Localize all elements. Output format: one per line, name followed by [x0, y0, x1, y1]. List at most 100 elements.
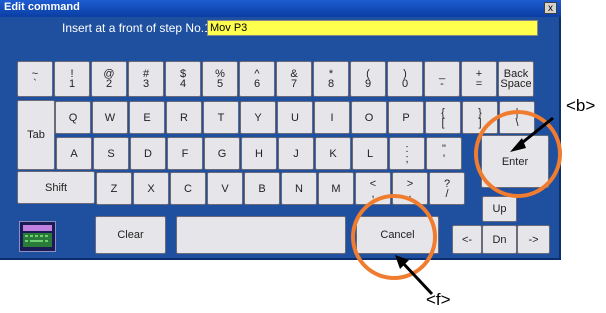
key-bottom-label: 0 [401, 78, 409, 90]
key-r2-6[interactable]: U [277, 101, 313, 134]
key-bottom-label: 1 [68, 78, 76, 90]
key-r2-7[interactable]: I [314, 101, 350, 134]
key-top-label: " [442, 142, 446, 155]
key-r3-10[interactable]: " ' [426, 137, 462, 170]
key-r3-5[interactable]: H [241, 137, 277, 170]
key-r2-5[interactable]: Y [240, 101, 276, 134]
key-r4-1[interactable]: X [133, 172, 169, 205]
key-r3-8[interactable]: L [352, 137, 388, 170]
tab-key[interactable]: Tab [17, 100, 55, 170]
key-r4-2[interactable]: C [170, 172, 206, 205]
up-key[interactable]: Up [482, 196, 517, 222]
key-top-label: Q [68, 111, 78, 124]
key-top-label: E [143, 111, 151, 124]
key-r1-6[interactable]: ^ 6 [239, 61, 275, 97]
key-r3-3[interactable]: F [167, 137, 203, 170]
key-top-label: B [258, 182, 266, 195]
tab-key-label: Tab [27, 129, 45, 141]
key-r3-0[interactable]: A [56, 137, 92, 170]
key-top-label: P [402, 111, 410, 124]
key-r1-5[interactable]: % 5 [202, 61, 238, 97]
title-bar: Edit command x [0, 0, 561, 17]
key-r3-9[interactable]: :; [389, 137, 425, 170]
key-bottom-label: ` [33, 78, 37, 90]
shift-key[interactable]: Shift [17, 171, 95, 204]
key-top-label: T [217, 111, 225, 124]
key-r1-3[interactable]: #3 [128, 61, 164, 97]
key-r4-6[interactable]: M [318, 172, 354, 205]
key-r1-2[interactable]: @2 [91, 61, 127, 97]
key-r1-11[interactable]: _ - [424, 61, 460, 97]
up-key-label: Up [492, 203, 507, 215]
key-r2-4[interactable]: T [203, 101, 239, 134]
key-bottom-label: 3 [142, 78, 150, 90]
key-top-label: O [364, 111, 374, 124]
right-arrow-key[interactable]: -> [517, 225, 550, 254]
key-r3-7[interactable]: K [315, 137, 351, 170]
key-top-label: U [291, 111, 299, 124]
key-r4-4[interactable]: B [244, 172, 280, 205]
key-top-label: Z [110, 182, 118, 195]
key-bottom-label: 6 [253, 78, 261, 90]
key-top-label: W [104, 111, 116, 124]
clear-button[interactable]: Clear [95, 216, 166, 254]
key-top-label: X [147, 182, 155, 195]
key-r4-0[interactable]: Z [96, 172, 132, 205]
screen-keyboard-icon[interactable] [19, 221, 56, 252]
key-r2-3[interactable]: R [166, 101, 202, 134]
key-r1-1[interactable]: ! 1 [54, 61, 90, 97]
key-top-label: V [221, 182, 229, 195]
key-top-label: C [184, 182, 192, 195]
key-r1-13[interactable]: Back Space [498, 61, 534, 97]
annotation-circle-f [351, 194, 437, 280]
key-r1-8[interactable]: * 8 [313, 61, 349, 97]
key-top-label: I [330, 111, 334, 124]
key-top-label: D [144, 147, 152, 160]
key-top-label: G [217, 147, 227, 160]
key-r1-10[interactable]: ) 0 [387, 61, 423, 97]
down-key-label: Dn [492, 233, 507, 246]
key-top-label: Y [254, 111, 262, 124]
key-bottom-label: , [371, 187, 375, 200]
key-r1-7[interactable]: & 7 [276, 61, 312, 97]
key-top-label: F [181, 147, 189, 160]
key-r4-3[interactable]: V [207, 172, 243, 205]
key-top-label: R [180, 111, 188, 124]
left-arrow-label: <- [461, 233, 473, 246]
key-top-label: < [369, 177, 377, 190]
key-bottom-label: 4 [179, 78, 187, 90]
key-r4-5[interactable]: N [281, 172, 317, 205]
key-top-label: > [406, 177, 414, 190]
key-bottom-label: ] [478, 116, 482, 129]
key-bottom-label: Space [500, 78, 532, 90]
close-button[interactable]: x [544, 2, 557, 14]
key-r1-12[interactable]: + = [461, 61, 497, 97]
space-bar[interactable] [176, 216, 346, 254]
key-r1-9[interactable]: (9 [350, 61, 386, 97]
key-r1-4[interactable]: $4 [165, 61, 201, 97]
key-r2-1[interactable]: W [92, 101, 128, 134]
key-r3-6[interactable]: J [278, 137, 314, 170]
key-bottom-label: 7 [290, 78, 298, 90]
annotation-circle-b [474, 110, 562, 198]
key-bottom-label: - [440, 78, 444, 90]
key-r3-4[interactable]: G [204, 137, 240, 170]
key-bottom-label: 2 [105, 78, 113, 90]
down-key[interactable]: Dn [482, 225, 517, 254]
key-top-label: A [70, 147, 78, 160]
key-r4-9[interactable]: ? / [429, 172, 465, 205]
key-r1-0[interactable]: ~ ` [17, 61, 53, 97]
left-arrow-key[interactable]: <- [452, 225, 482, 254]
key-r2-8[interactable]: O [351, 101, 387, 134]
key-top-label: K [329, 147, 337, 160]
key-top-label: S [107, 147, 115, 160]
key-r2-0[interactable]: Q [55, 101, 91, 134]
key-top-label: { [441, 106, 445, 119]
command-input[interactable]: Mov P3 [207, 20, 538, 36]
key-r2-2[interactable]: E [129, 101, 165, 134]
key-r2-10[interactable]: {[ [425, 101, 461, 134]
key-r3-1[interactable]: S [93, 137, 129, 170]
key-top-label: : [405, 142, 409, 155]
key-r3-2[interactable]: D [130, 137, 166, 170]
key-r2-9[interactable]: P [388, 101, 424, 134]
